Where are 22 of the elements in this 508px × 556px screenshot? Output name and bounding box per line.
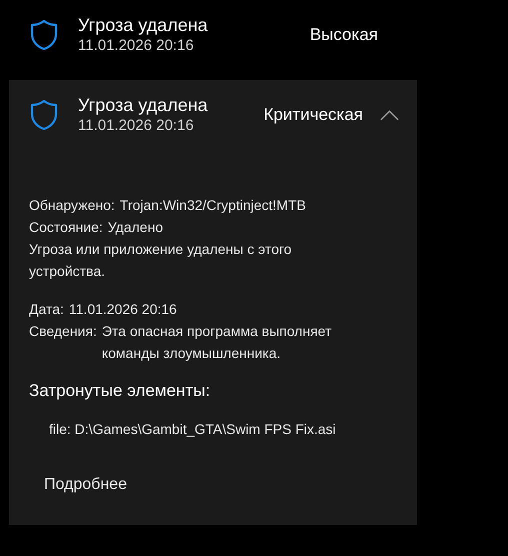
threat-card-expanded[interactable] <box>9 80 417 525</box>
affected-file: file: D:\Games\Gambit_GTA\Swim FPS Fix.asi <box>49 420 337 439</box>
more-link[interactable]: Подробнее <box>44 473 127 497</box>
severity-label: Высокая <box>308 24 378 46</box>
field-value: Эта опасная программа выполняет команды злоумышленника. <box>102 322 333 363</box>
threat-title: Угроза удалена <box>78 14 209 36</box>
field-label: Сведения: <box>29 322 97 341</box>
field-label: Состояние: <box>29 218 103 237</box>
field-value: Trojan:Win32/Cryptinject!MTB <box>120 196 306 215</box>
field-value: 11.01.2026 20:16 <box>68 300 177 319</box>
chevron-up-icon[interactable] <box>380 110 399 120</box>
field-value: Удалено <box>108 218 163 237</box>
threat-date: 11.01.2026 20:16 <box>78 116 195 136</box>
status-note: Угроза или приложение удалены с этого устройства. <box>29 240 293 281</box>
field-label: Дата: <box>29 300 64 319</box>
threat-date: 11.01.2026 20:16 <box>78 36 195 56</box>
shield-icon <box>30 99 58 131</box>
field-label: Обнаружено: <box>29 196 115 215</box>
shield-icon <box>30 19 58 51</box>
threat-title: Угроза удалена <box>78 94 209 116</box>
severity-label: Критическая <box>262 104 363 126</box>
affected-heading: Затронутые элементы: <box>29 380 212 402</box>
